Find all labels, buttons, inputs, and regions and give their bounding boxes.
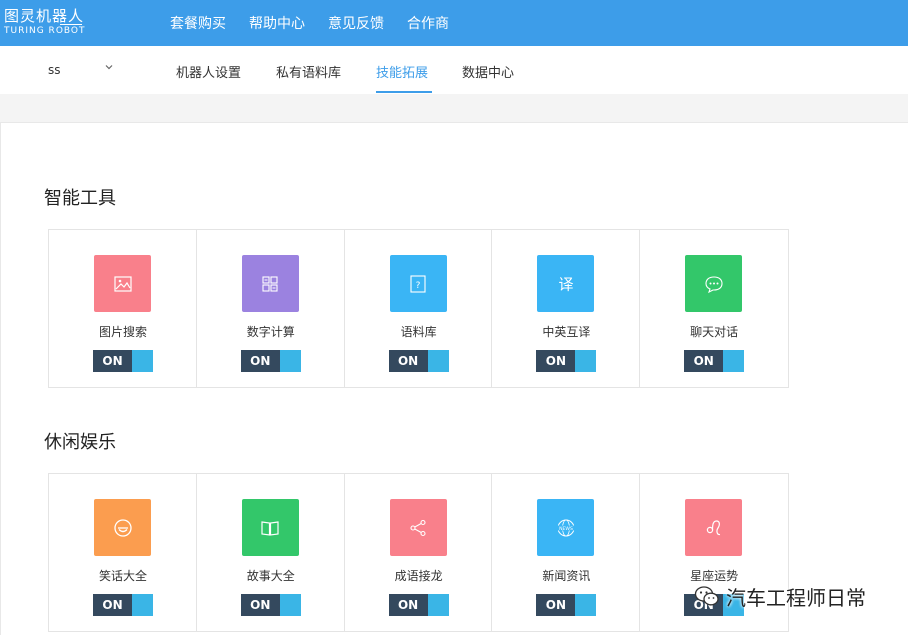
skill-card: 聊天对话 ON	[640, 230, 788, 387]
toggle-on-label: ON	[388, 594, 428, 616]
question-book-icon[interactable]: ?	[389, 255, 447, 312]
skill-card: 笑话大全 ON	[49, 474, 197, 631]
leo-icon[interactable]	[685, 499, 743, 556]
top-nav: 套餐购买 帮助中心 意见反馈 合作商	[170, 0, 472, 46]
turing-robot-logo[interactable]: 图灵机器人 TURING ROBOT	[4, 7, 86, 40]
toggle-knob	[575, 594, 597, 616]
toggle-knob	[279, 350, 301, 372]
tab-data-center[interactable]: 数据中心	[462, 62, 514, 81]
topnav-item-feedback[interactable]: 意见反馈	[328, 13, 384, 33]
toggle-knob	[132, 594, 153, 616]
skill-label: 数字计算	[246, 325, 295, 339]
topnav-item-help[interactable]: 帮助中心	[249, 13, 305, 33]
chat-bubble-icon[interactable]	[685, 255, 743, 312]
skill-card: 成语接龙 ON	[345, 474, 493, 631]
robot-select-dropdown[interactable]: ss	[48, 62, 118, 80]
toggle-knob	[427, 350, 449, 372]
skill-label: 语料库	[400, 325, 437, 339]
news-globe-icon[interactable]: NEWS	[537, 499, 595, 556]
sub-nav: ss 机器人设置 私有语料库 技能拓展 数据中心	[0, 46, 908, 94]
logo-en-text: TURING ROBOT	[4, 26, 86, 36]
skill-card: 故事大全 ON	[197, 474, 345, 631]
skill-label: 中英互译	[542, 325, 591, 339]
skill-toggle[interactable]: ON	[93, 350, 153, 372]
toggle-on-label: ON	[240, 350, 280, 372]
watermark-text: 汽车工程师日常	[726, 585, 866, 610]
topnav-item-partners[interactable]: 合作商	[407, 13, 449, 33]
calculator-icon[interactable]	[241, 255, 299, 312]
tab-private-corpus[interactable]: 私有语料库	[276, 62, 341, 81]
skill-card: NEWS 新闻资讯 ON	[492, 474, 641, 631]
skill-label: 新闻资讯	[542, 569, 591, 583]
toggle-knob	[427, 594, 449, 616]
svg-text:译: 译	[558, 275, 573, 293]
skill-toggle[interactable]: ON	[388, 594, 449, 616]
logo-underline	[60, 24, 82, 25]
toggle-knob	[132, 350, 153, 372]
toggle-on-label: ON	[388, 350, 428, 372]
svg-text:?: ?	[416, 281, 421, 291]
skill-card: 译 中英互译 ON	[492, 230, 641, 387]
toggle-on-label: ON	[684, 350, 724, 372]
wechat-icon	[694, 586, 719, 606]
skill-toggle[interactable]: ON	[536, 594, 597, 616]
skill-toggle[interactable]: ON	[388, 350, 449, 372]
toggle-on-label: ON	[93, 350, 132, 372]
skill-grid-smart-tools: 图片搜索 ON 数字计算 ON ? 语料库 ON 译 中英互译 ON 聊天对话 …	[48, 229, 789, 388]
skill-label: 图片搜索	[98, 325, 147, 339]
image-icon[interactable]	[94, 255, 151, 312]
section-title-smart-tools: 智能工具	[44, 188, 116, 209]
logo-cn-text: 图灵机器人	[4, 7, 85, 25]
share-icon[interactable]	[389, 499, 447, 556]
skill-label: 聊天对话	[690, 325, 739, 339]
skill-card: 数字计算 ON	[197, 230, 345, 387]
header-spacer	[0, 94, 908, 122]
topnav-item-packages[interactable]: 套餐购买	[170, 13, 226, 33]
tab-skill-extension[interactable]: 技能拓展	[376, 62, 428, 81]
toggle-knob	[723, 350, 745, 372]
skill-card: ? 语料库 ON	[345, 230, 493, 387]
skill-label: 笑话大全	[98, 569, 147, 583]
toggle-on-label: ON	[536, 594, 576, 616]
robot-select-value: ss	[48, 63, 61, 77]
svg-text:NEWS: NEWS	[559, 525, 573, 531]
smiley-icon[interactable]	[94, 499, 151, 556]
top-bar: 图灵机器人 TURING ROBOT 套餐购买 帮助中心 意见反馈 合作商	[0, 0, 908, 46]
toggle-knob	[575, 350, 597, 372]
watermark: 汽车工程师日常	[694, 580, 866, 612]
skill-grid-leisure: 笑话大全 ON 故事大全 ON 成语接龙 ON NEWS 新闻资讯 ON 星座运…	[48, 473, 789, 632]
skill-toggle[interactable]: ON	[536, 350, 597, 372]
skill-toggle[interactable]: ON	[684, 350, 745, 372]
skill-toggle[interactable]: ON	[240, 594, 301, 616]
active-tab-indicator	[376, 91, 432, 93]
skill-toggle[interactable]: ON	[93, 594, 153, 616]
toggle-on-label: ON	[93, 594, 132, 616]
chevron-down-icon	[105, 65, 113, 70]
skill-label: 成语接龙	[394, 569, 443, 583]
toggle-knob	[279, 594, 301, 616]
tab-robot-settings[interactable]: 机器人设置	[176, 62, 241, 81]
skill-card: 图片搜索 ON	[49, 230, 197, 387]
skill-toggle[interactable]: ON	[240, 350, 301, 372]
toggle-on-label: ON	[536, 350, 576, 372]
translate-icon[interactable]: 译	[537, 255, 595, 312]
book-icon[interactable]	[241, 499, 299, 556]
skill-label: 故事大全	[246, 569, 295, 583]
section-title-leisure: 休闲娱乐	[44, 432, 116, 453]
toggle-on-label: ON	[240, 594, 280, 616]
